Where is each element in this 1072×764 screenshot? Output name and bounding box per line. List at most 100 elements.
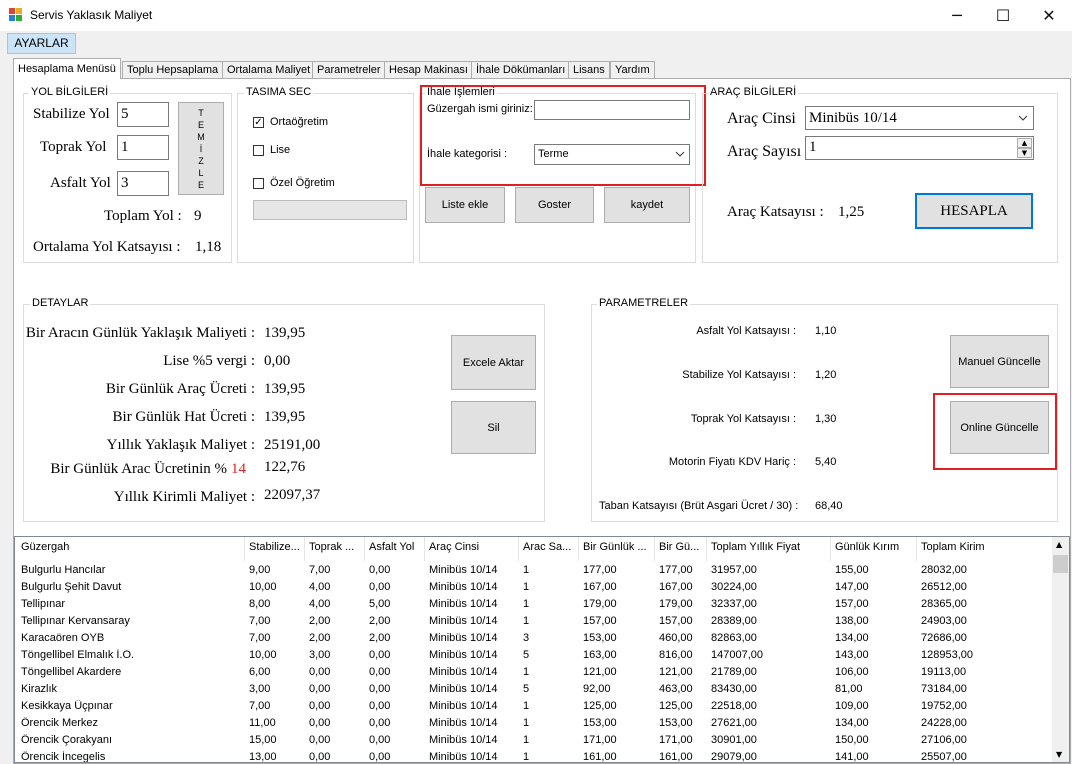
- lise-checkbox[interactable]: [253, 145, 264, 156]
- temizle-letter: Z: [198, 155, 204, 166]
- table-cell: 0,00: [309, 683, 331, 695]
- param-value: 1,10: [815, 325, 837, 337]
- temizle-letter: T: [198, 107, 204, 118]
- arac-sayisi-value: 1: [809, 139, 817, 155]
- arac-cinsi-select[interactable]: Minibüs 10/14: [805, 106, 1034, 130]
- sil-button[interactable]: Sil: [451, 401, 536, 454]
- column-header[interactable]: Toplam Kirim: [921, 541, 1041, 553]
- table-cell: 27621,00: [711, 717, 757, 729]
- table-cell: 1: [523, 581, 530, 593]
- vertical-scrollbar[interactable]: ▲ ▼: [1052, 537, 1069, 762]
- excel-button[interactable]: Excele Aktar: [451, 335, 536, 390]
- column-header[interactable]: Araç Cinsi: [429, 541, 519, 553]
- kaydet-button[interactable]: kaydet: [604, 187, 690, 223]
- table-cell: 5,00: [369, 598, 391, 610]
- scroll-up-icon[interactable]: ▲: [1056, 540, 1062, 549]
- title-bar: [0, 0, 1072, 31]
- column-header[interactable]: Toplam Yıllık Fiyat: [711, 541, 831, 553]
- ozel-ogretim-checkbox[interactable]: [253, 178, 264, 189]
- tab-hesaplama[interactable]: Hesaplama Menüsü: [13, 58, 121, 79]
- table-cell: 177,00: [583, 564, 617, 576]
- stepper-up-icon[interactable]: ▲: [1017, 138, 1032, 148]
- table-cell: 138,00: [835, 615, 869, 627]
- table-cell: 460,00: [659, 632, 693, 644]
- table-cell: Minibüs 10/14: [429, 581, 498, 593]
- table-cell: Bulgurlu Hancılar: [21, 564, 106, 576]
- temizle-letter: İ: [199, 143, 203, 154]
- temizle-button[interactable]: T E M İ Z L E: [178, 102, 224, 195]
- table-cell: 28365,00: [921, 598, 967, 610]
- hesapla-button[interactable]: HESAPLA: [915, 193, 1033, 229]
- table-cell: 13,00: [249, 751, 277, 763]
- table-cell: 7,00: [309, 564, 331, 576]
- column-header[interactable]: Güzergah: [21, 541, 246, 553]
- table-cell: 5: [523, 649, 530, 661]
- table-cell: 167,00: [583, 581, 617, 593]
- table-cell: 8,00: [249, 598, 271, 610]
- table-cell: 72686,00: [921, 632, 967, 644]
- table-cell: Minibüs 10/14: [429, 632, 498, 644]
- arac-sayisi-label: Araç Sayısı: [727, 143, 802, 160]
- column-header[interactable]: Toprak ...: [309, 541, 365, 553]
- table-cell: 7,00: [249, 700, 271, 712]
- column-header[interactable]: Günlük Kırım: [835, 541, 917, 553]
- scroll-thumb[interactable]: [1053, 555, 1068, 573]
- table-cell: 3,00: [309, 649, 331, 661]
- stepper-down-icon[interactable]: ▼: [1017, 148, 1032, 158]
- ozel-ogretim-label: Özel Öğretim: [270, 177, 335, 189]
- liste-ekle-button[interactable]: Liste ekle: [425, 187, 505, 223]
- detay-group-label: DETAYLAR: [30, 297, 91, 309]
- table-cell: 10,00: [249, 581, 277, 593]
- data-grid[interactable]: Güzergah Stabilize... Toprak ... Asfalt Yol…: [14, 536, 1070, 763]
- manuel-guncelle-button[interactable]: Manuel Güncelle: [950, 335, 1049, 388]
- minimize-button[interactable]: ─: [934, 0, 980, 31]
- column-header[interactable]: Bir Günlük ...: [583, 541, 655, 553]
- table-cell: 92,00: [583, 683, 611, 695]
- detay-value: 25191,00: [264, 437, 321, 453]
- ortaogretim-label: Ortaöğretim: [270, 116, 329, 128]
- column-header[interactable]: Stabilize...: [249, 541, 305, 553]
- table-cell: 30224,00: [711, 581, 757, 593]
- table-cell: 106,00: [835, 666, 869, 678]
- column-separator: [830, 537, 831, 561]
- table-cell: 73184,00: [921, 683, 967, 695]
- param-label: Motorin Fiyatı KDV Hariç :: [668, 456, 796, 468]
- toprak-input[interactable]: 1: [117, 135, 169, 160]
- arac-sayisi-stepper[interactable]: 1 ▲ ▼: [805, 136, 1034, 160]
- column-separator: [304, 537, 305, 561]
- table-cell: 153,00: [659, 717, 693, 729]
- table-cell: Örencik İncegelis: [21, 751, 106, 763]
- table-cell: 109,00: [835, 700, 869, 712]
- table-cell: 0,00: [309, 734, 331, 746]
- table-cell: 28032,00: [921, 564, 967, 576]
- column-header[interactable]: Arac Sa...: [523, 541, 579, 553]
- close-button[interactable]: ✕: [1026, 0, 1072, 31]
- table-cell: 4,00: [309, 581, 331, 593]
- table-cell: Kirazlık: [21, 683, 58, 695]
- menu-ayarlar[interactable]: AYARLAR: [7, 33, 76, 54]
- column-header[interactable]: Asfalt Yol: [369, 541, 425, 553]
- table-cell: 128953,00: [921, 649, 973, 661]
- goster-button[interactable]: Goster: [515, 187, 594, 223]
- table-cell: 81,00: [835, 683, 863, 695]
- table-cell: 5: [523, 683, 530, 695]
- ihale-highlight: [420, 85, 706, 186]
- table-cell: 0,00: [369, 564, 391, 576]
- scroll-down-icon[interactable]: ▼: [1056, 750, 1062, 759]
- detay-label: Yıllık Kirimli Maliyet :: [113, 489, 255, 505]
- table-cell: 7,00: [249, 632, 271, 644]
- ortaogretim-checkbox[interactable]: ✓: [253, 117, 264, 128]
- table-cell: 0,00: [369, 666, 391, 678]
- toplam-yol-value: 9: [194, 208, 202, 224]
- stabilize-input[interactable]: 5: [117, 102, 169, 127]
- temizle-letter: M: [197, 131, 205, 142]
- column-header[interactable]: Bir Gü...: [659, 541, 707, 553]
- table-cell: 31957,00: [711, 564, 757, 576]
- maximize-button[interactable]: ☐: [980, 0, 1026, 31]
- table-cell: 161,00: [583, 751, 617, 763]
- params-group-label: PARAMETRELER: [597, 297, 691, 309]
- table-cell: Minibüs 10/14: [429, 649, 498, 661]
- table-cell: 9,00: [249, 564, 271, 576]
- table-cell: 32337,00: [711, 598, 757, 610]
- asfalt-input[interactable]: 3: [117, 171, 169, 196]
